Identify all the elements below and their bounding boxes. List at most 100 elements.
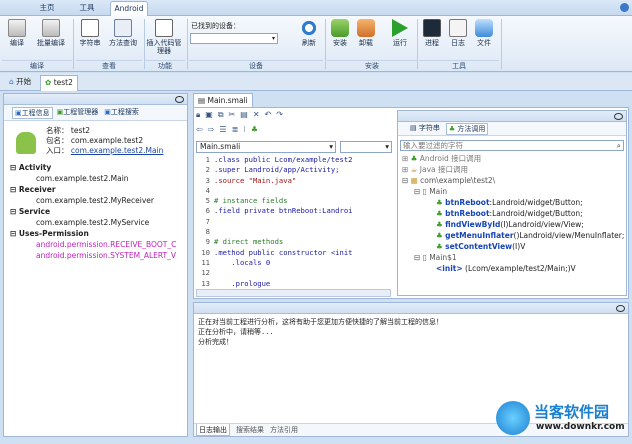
tree-item[interactable]: <init> (Lcom/example/test2/Main;)V [402, 263, 624, 274]
chevron-down-icon: ▾ [385, 142, 389, 151]
editor-toolbar-2: ⇦ ⇨ ☰ ≣ ⁝ ♣ [196, 125, 396, 137]
eye-icon[interactable] [616, 305, 625, 312]
insert-code-button[interactable]: 插入代码管理器 [146, 19, 182, 55]
panel-header [194, 303, 628, 314]
save-icon[interactable]: ▣ [205, 110, 213, 122]
search-icon: ⌕ [616, 141, 621, 150]
tab-start[interactable]: ⌂ 开始 [5, 76, 35, 89]
comment-icon[interactable]: ≣ [232, 125, 239, 137]
tab-android[interactable]: Android [110, 1, 148, 16]
editor-panel: 🔒︎ ▣ ⧉ ✂ ▤ ✕ ↶ ↷ ⇦ ⇨ ☰ ≣ ⁝ ♣ Main.smali ▾ ▾ 1 .class p… [193, 107, 629, 299]
tree-item-permission[interactable]: android.permission.SYSTEM_ALERT_V [10, 250, 186, 261]
tree-item[interactable]: ♣ btnReboot:Landroid/widget/Button; [402, 208, 624, 219]
log-button[interactable]: 日志 [447, 19, 469, 47]
play-icon [392, 19, 408, 37]
tree-node-activity[interactable]: ⊟ Activity [10, 162, 186, 173]
tab-test2[interactable]: ✿ test2 [40, 75, 78, 91]
ribbon-tab-bar: 主页 工具 Android [0, 0, 632, 16]
tree-item[interactable]: ♣ btnReboot:Landroid/widget/Button; [402, 197, 624, 208]
tree-node[interactable]: ⊞ ☕ Java 接口调用 [402, 164, 624, 175]
code-icon [155, 19, 173, 37]
tree-node[interactable]: ⊟ ▦ com\example\test2\ [402, 175, 624, 186]
tree-item[interactable]: ♣ findViewById(I)Landroid/view/View; [402, 219, 624, 230]
document-tabs: ⌂ 开始 ✿ test2 [0, 73, 632, 91]
format-icon[interactable]: ⁝ [243, 125, 246, 137]
tree-item[interactable]: ♣ setContentView(I)V [402, 241, 624, 252]
panel-header [4, 94, 187, 105]
tab-project-info[interactable]: ▣工程信息 [12, 107, 53, 119]
device-select[interactable]: ▾ [190, 33, 278, 44]
panel-header [398, 111, 626, 122]
tree-node-service[interactable]: ⊟ Service [10, 206, 186, 217]
indent-icon[interactable]: ☰ [219, 125, 226, 137]
tab-method-refs[interactable]: 方法引用 [270, 424, 298, 436]
refresh-button[interactable]: 刷新 [296, 19, 322, 47]
eye-icon[interactable] [614, 113, 623, 120]
file-select[interactable]: Main.smali ▾ [196, 141, 336, 153]
method-query-button[interactable]: 方法查询 [106, 19, 140, 47]
tab-main-smali[interactable]: ▤ Main.smali [193, 93, 253, 107]
undo-icon[interactable]: ↶ [265, 110, 272, 122]
cut-icon[interactable]: ✂ [229, 110, 236, 122]
manifest-tree: ⊟ Activity com.example.test2.Main ⊟ Rece… [10, 162, 186, 261]
log-icon [449, 19, 467, 37]
group-install: 安装 [327, 60, 417, 70]
binary-icon [8, 19, 26, 37]
batch-compile-button[interactable]: 批量编译 [36, 19, 66, 47]
group-tools: 工具 [419, 60, 499, 70]
gear-icon: ✿ [45, 78, 52, 87]
tab-method-calls[interactable]: ♣ 方法调用 [445, 123, 489, 135]
tree-item-service[interactable]: com.example.test2.MyService [10, 217, 186, 228]
delete-icon[interactable]: ✕ [253, 110, 260, 122]
group-device: 设备 [189, 60, 323, 70]
tab-search-results[interactable]: 搜索结果 [236, 424, 264, 436]
tab-tools[interactable]: 工具 [72, 1, 102, 16]
home-icon: ⌂ [9, 77, 14, 86]
back-icon[interactable]: ⇦ [196, 125, 203, 137]
tree-node[interactable]: ⊞ ♣ Android 接口调用 [402, 153, 624, 164]
install-button[interactable]: 安装 [329, 19, 351, 47]
tab-project-manager[interactable]: ▣工程管理器 [55, 107, 101, 119]
code-editor[interactable]: 1 .class public Lcom/example/test2 2 .supe… [196, 155, 391, 288]
tree-node-receiver[interactable]: ⊟ Receiver [10, 184, 186, 195]
copy-icon[interactable]: ⧉ [218, 110, 224, 122]
ribbon: 编译 批量编译 编译 字符串 方法查询 查看 插入代码管理器 功能 已找到的设备… [0, 16, 632, 72]
run-button[interactable]: 运行 [389, 19, 411, 47]
tree-item-permission[interactable]: android.permission.RECEIVE_BOOT_C [10, 239, 186, 250]
tab-home[interactable]: 主页 [32, 1, 62, 16]
method-select[interactable]: ▾ [340, 141, 392, 153]
process-button[interactable]: 进程 [421, 19, 443, 47]
method-icon [114, 19, 132, 37]
chevron-down-icon: ▾ [329, 142, 333, 151]
filter-input[interactable]: 输入要过滤的字符 ⌕ [400, 140, 624, 151]
tree-item-receiver[interactable]: com.example.test2.MyReceiver [10, 195, 186, 206]
tree-item-activity[interactable]: com.example.test2.Main [10, 173, 186, 184]
tab-log-output[interactable]: 日志输出 [196, 424, 230, 436]
android-icon [16, 132, 36, 154]
tab-project-search[interactable]: ▣工程搜索 [102, 107, 141, 119]
horizontal-scrollbar[interactable] [196, 289, 391, 297]
group-compile: 编译 [2, 60, 72, 70]
project-info: 名称： test2 包名： com.example.test2 入口： com.… [46, 126, 164, 155]
text-icon [81, 19, 99, 37]
eye-icon[interactable] [175, 96, 184, 103]
tree-node-permission[interactable]: ⊟ Uses-Permission [10, 228, 186, 239]
uninstall-button[interactable]: 卸载 [355, 19, 377, 47]
tab-strings[interactable]: ▤ 字符串 [408, 123, 442, 135]
android-small-icon[interactable]: ♣ [251, 125, 258, 137]
forward-icon[interactable]: ⇨ [208, 125, 215, 137]
string-button[interactable]: 字符串 [78, 19, 102, 47]
monitor-icon [423, 19, 441, 37]
tree-node[interactable]: ⊟ ▯ Main [402, 186, 624, 197]
entry-link[interactable]: com.example.test2.Main [71, 146, 164, 155]
binary-icon [42, 19, 60, 37]
lock-icon[interactable]: 🔒︎ [196, 110, 200, 122]
paste-icon[interactable]: ▤ [240, 110, 248, 122]
tree-node[interactable]: ⊟ ▯ Main$1 [402, 252, 624, 263]
group-view: 查看 [76, 60, 142, 70]
redo-icon[interactable]: ↷ [276, 110, 283, 122]
tree-item[interactable]: ♣ getMenuInflater()Landroid/view/MenuInf… [402, 230, 624, 241]
help-icon[interactable] [620, 3, 629, 12]
compile-button[interactable]: 编译 [4, 19, 30, 47]
file-button[interactable]: 文件 [473, 19, 495, 47]
